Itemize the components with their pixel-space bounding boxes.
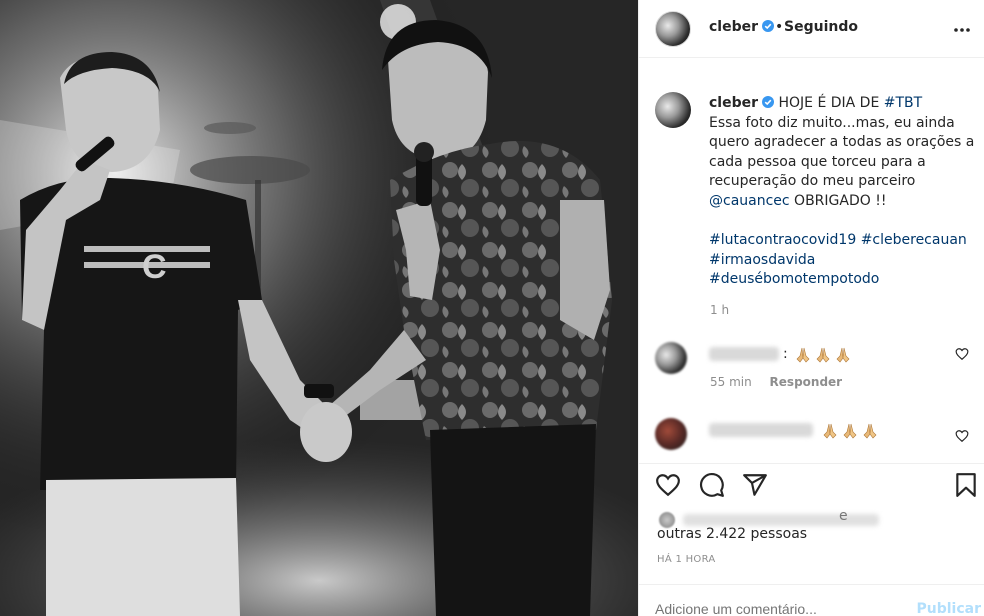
- comment-text: :: [783, 346, 852, 364]
- caption-text: cleber HOJE É DIA DE #TBT Essa foto diz …: [709, 94, 975, 290]
- hashtag-link[interactable]: #TBT: [884, 95, 922, 111]
- post-photo[interactable]: C: [0, 0, 638, 616]
- hashtag-link[interactable]: #lutacontraocovid19: [709, 232, 856, 248]
- commenter-avatar[interactable]: [655, 418, 687, 450]
- post-header: cleber • Seguindo: [639, 0, 984, 58]
- heart-icon[interactable]: [955, 347, 969, 361]
- svg-text:C: C: [142, 248, 167, 286]
- commenter-avatar[interactable]: [655, 342, 687, 374]
- folded-hands-emoji: [843, 423, 857, 439]
- folded-hands-emoji: [816, 347, 830, 363]
- reply-button[interactable]: Responder: [770, 375, 843, 389]
- author-avatar[interactable]: [655, 11, 691, 47]
- publish-button[interactable]: Publicar: [917, 601, 982, 616]
- caption-line: recuperação do meu parceiro: [709, 173, 916, 190]
- author-username-link[interactable]: cleber: [709, 19, 775, 35]
- caption-line: cada pessoa que torceu para a: [709, 153, 926, 170]
- comment-text: [821, 422, 879, 440]
- hashtag-link[interactable]: #irmaosdavida: [709, 252, 815, 268]
- liked-by-visible-fragment: e: [839, 508, 848, 524]
- comment-item: : 55 min Responder: [639, 342, 984, 402]
- author-username: cleber: [709, 19, 759, 35]
- caption-thanks: OBRIGADO !!: [789, 192, 887, 209]
- post-timestamp[interactable]: HÁ 1 HORA: [657, 554, 716, 565]
- liked-by-blurred[interactable]: [683, 514, 879, 526]
- bookmark-icon[interactable]: [953, 472, 979, 498]
- folded-hands-emoji: [823, 423, 837, 439]
- action-bar: [639, 463, 984, 507]
- comments-fade: [639, 455, 984, 463]
- comment-icon[interactable]: [699, 472, 725, 498]
- hashtag-link[interactable]: #deusébomotempotodo: [709, 271, 879, 287]
- comment-input[interactable]: [655, 601, 905, 616]
- hashtag-link[interactable]: #cleberecauan: [861, 232, 967, 248]
- comment-meta: 55 min Responder: [710, 375, 842, 389]
- caption-lead: HOJE É DIA DE: [778, 95, 884, 111]
- folded-hands-emoji: [836, 347, 850, 363]
- caption-avatar[interactable]: [655, 92, 691, 128]
- verified-badge-icon: [762, 96, 775, 108]
- colon: :: [783, 346, 788, 362]
- comment-time[interactable]: 55 min: [710, 375, 752, 389]
- add-comment-bar: Publicar: [639, 584, 984, 616]
- commenter-username-blurred[interactable]: [709, 347, 779, 361]
- caption-line: Essa foto diz muito...mas, eu ainda: [709, 114, 955, 131]
- heart-icon[interactable]: [955, 429, 969, 443]
- verified-badge-icon: [762, 20, 775, 32]
- caption-username[interactable]: cleber: [709, 95, 758, 111]
- share-icon[interactable]: [742, 472, 768, 498]
- caption-line: quero agradecer a todas as orações a: [709, 134, 975, 151]
- heart-icon[interactable]: [655, 472, 681, 498]
- caption-time[interactable]: 1 h: [710, 303, 729, 317]
- folded-hands-emoji: [796, 347, 810, 363]
- likes-summary: e outras 2.422 pessoas: [639, 508, 984, 548]
- following-button[interactable]: Seguindo: [784, 19, 858, 35]
- post-details-panel: cleber • Seguindo cleber HOJE É DIA DE #…: [638, 0, 984, 616]
- post-photo-illustration: C: [0, 0, 638, 616]
- separator-dot: •: [775, 19, 784, 35]
- commenter-username-blurred[interactable]: [709, 423, 813, 437]
- mention-link[interactable]: @cauancec: [709, 193, 790, 209]
- folded-hands-emoji: [863, 423, 877, 439]
- more-options-icon[interactable]: [953, 21, 971, 39]
- likes-count-link[interactable]: outras 2.422 pessoas: [657, 526, 807, 542]
